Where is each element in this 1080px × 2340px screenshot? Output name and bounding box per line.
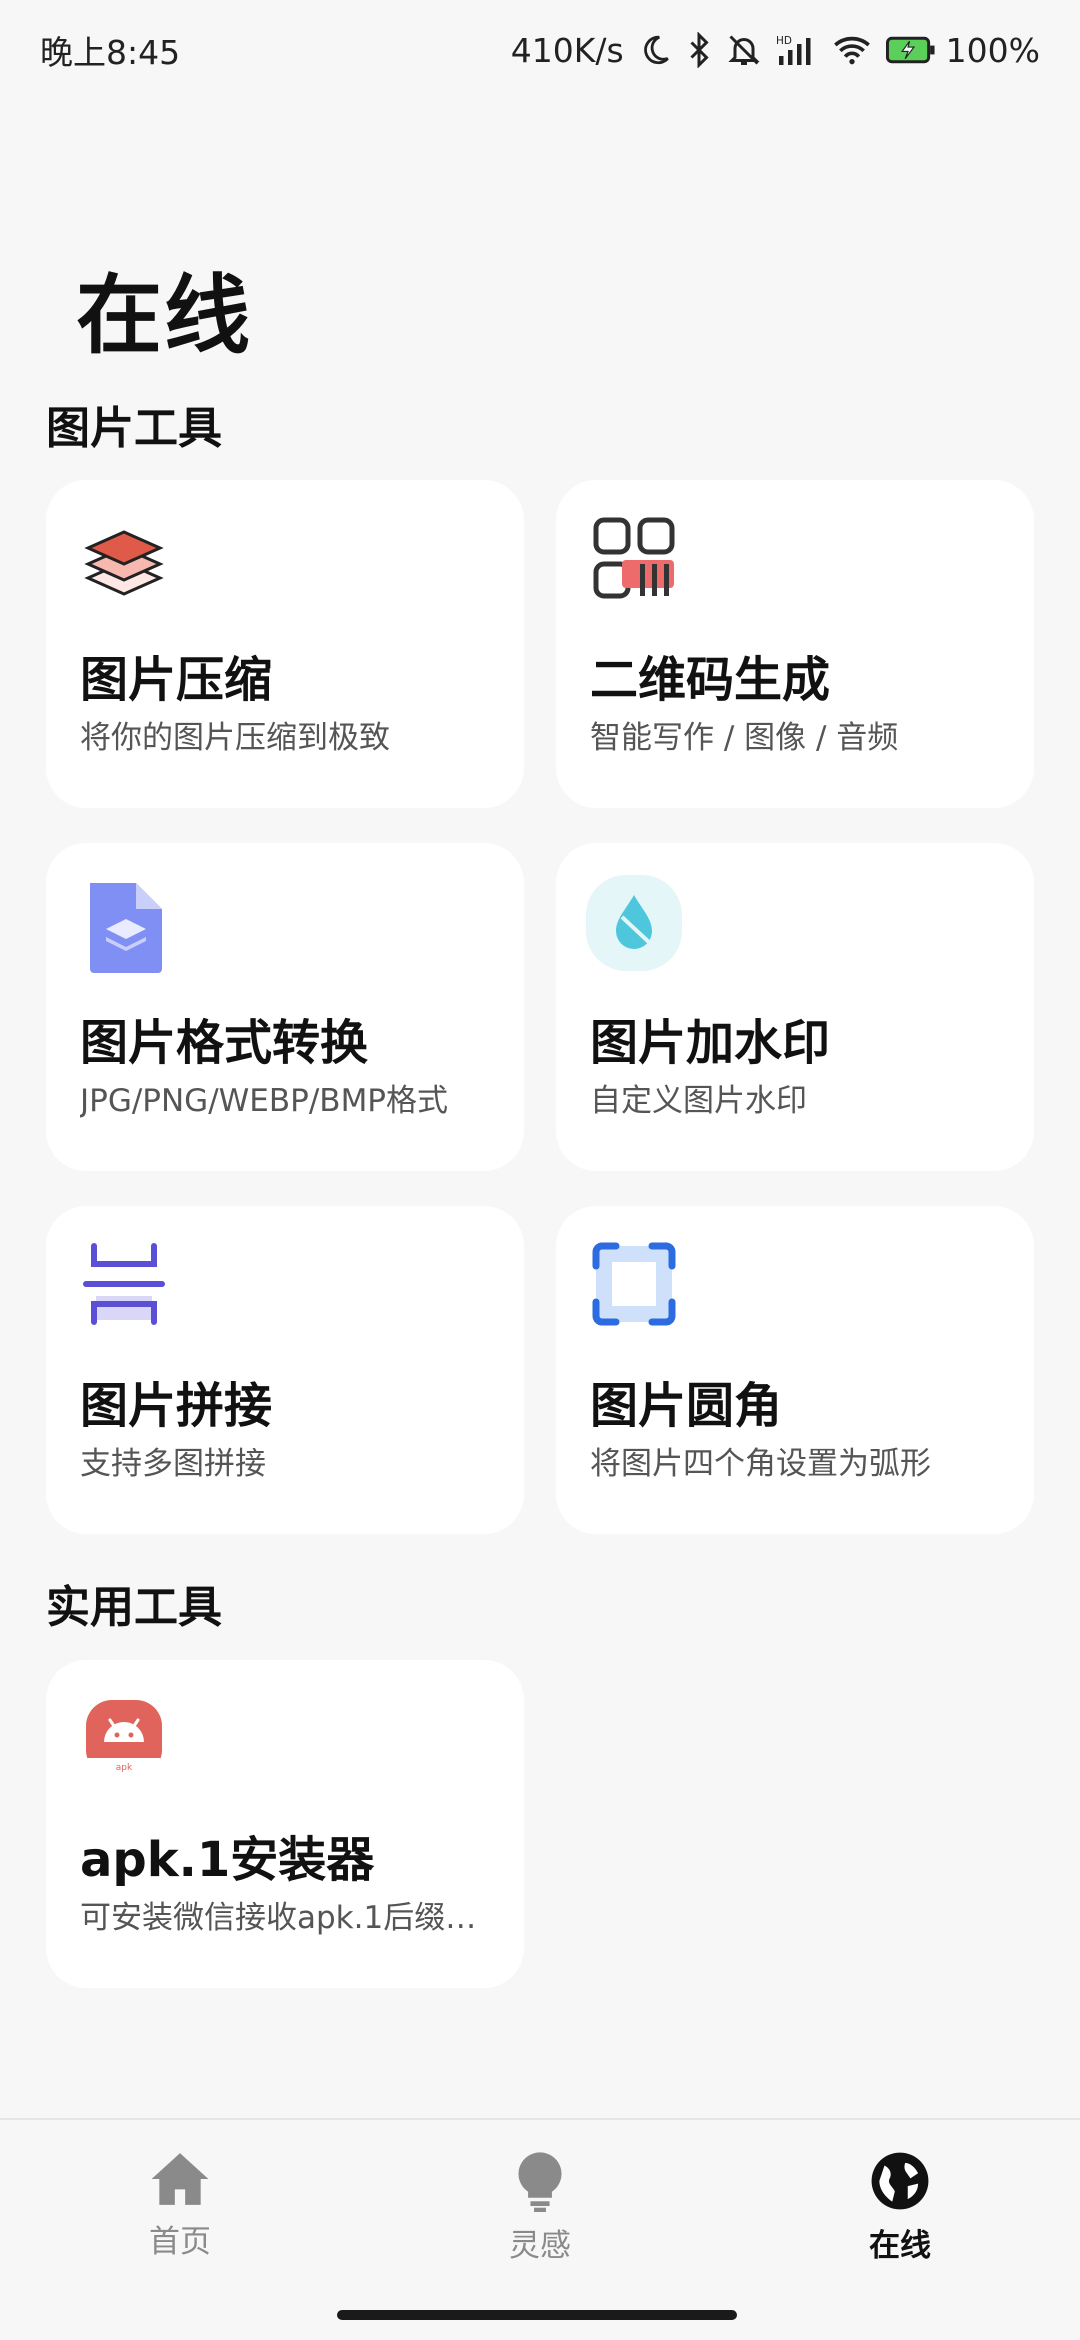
android-apk-icon: apk bbox=[86, 1700, 162, 1780]
card-image-stitch[interactable]: 图片拼接 支持多图拼接 bbox=[46, 1206, 524, 1534]
status-icons: 410K/s HD 100% bbox=[511, 31, 1040, 70]
svg-text:HD: HD bbox=[776, 35, 792, 47]
section-title-utility-tools: 实用工具 bbox=[44, 1571, 222, 1643]
card-add-watermark[interactable]: 图片加水印 自定义图片水印 bbox=[556, 843, 1034, 1171]
card-subtitle: 智能写作 / 图像 / 音频 bbox=[590, 720, 899, 756]
stitch-icon bbox=[83, 1243, 165, 1325]
section-title-text: 实用工具 bbox=[46, 1582, 222, 1633]
card-subtitle: 自定义图片水印 bbox=[590, 1083, 807, 1119]
qr-code-icon bbox=[593, 517, 675, 599]
card-qr-generate[interactable]: 二维码生成 智能写作 / 图像 / 音频 bbox=[556, 480, 1034, 808]
nav-item-inspiration[interactable]: 灵感 bbox=[440, 2150, 640, 2270]
home-icon bbox=[151, 2153, 209, 2205]
card-title: apk.1安装器 bbox=[80, 1832, 375, 1888]
bottom-nav: 首页 灵感 在线 bbox=[0, 2118, 1080, 2340]
lightbulb-icon bbox=[518, 2152, 562, 2212]
card-round-corner[interactable]: 图片圆角 将图片四个角设置为弧形 bbox=[556, 1206, 1034, 1534]
nav-label: 在线 bbox=[869, 2228, 931, 2264]
card-title: 二维码生成 bbox=[590, 652, 831, 708]
battery: 100% bbox=[885, 30, 1040, 70]
section-title-image-tools: 图片工具 bbox=[44, 392, 222, 464]
network-speed: 410K/s bbox=[510, 30, 624, 70]
watermark-drop-icon bbox=[586, 875, 682, 971]
nav-item-online[interactable]: 在线 bbox=[800, 2150, 1000, 2270]
card-subtitle: 支持多图拼接 bbox=[80, 1446, 266, 1482]
battery-charging-icon bbox=[885, 36, 935, 64]
nav-label: 首页 bbox=[149, 2224, 211, 2260]
round-corner-icon bbox=[592, 1242, 676, 1326]
home-indicator[interactable] bbox=[337, 2310, 737, 2320]
card-title: 图片格式转换 bbox=[80, 1015, 369, 1071]
card-subtitle: 将图片四个角设置为弧形 bbox=[590, 1446, 931, 1482]
status-time: 晚上8:45 bbox=[40, 33, 181, 72]
layers-icon bbox=[84, 530, 164, 596]
card-subtitle: 可安装微信接收apk.1后缀的安装包 bbox=[80, 1900, 500, 1936]
wifi-icon bbox=[833, 36, 870, 65]
card-apk-installer[interactable]: apk apk.1安装器 可安装微信接收apk.1后缀的安装包 bbox=[46, 1660, 524, 1988]
battery-percent: 100% bbox=[945, 30, 1040, 70]
status-bar: 晚上8:45 410K/s HD 100% bbox=[0, 0, 1080, 100]
card-subtitle: JPG/PNG/WEBP/BMP格式 bbox=[80, 1083, 449, 1119]
card-format-convert[interactable]: 图片格式转换 JPG/PNG/WEBP/BMP格式 bbox=[46, 843, 524, 1171]
globe-icon bbox=[871, 2152, 929, 2210]
bluetooth-icon bbox=[690, 32, 709, 68]
moon-icon bbox=[643, 35, 669, 65]
card-subtitle: 将你的图片压缩到极致 bbox=[80, 720, 390, 756]
apk-icon-text: apk bbox=[116, 1763, 133, 1773]
nav-item-home[interactable]: 首页 bbox=[80, 2150, 280, 2270]
mute-bell-icon bbox=[728, 35, 760, 65]
page-title: 在线 bbox=[76, 266, 252, 366]
file-convert-icon bbox=[90, 883, 162, 973]
card-image-compress[interactable]: 图片压缩 将你的图片压缩到极致 bbox=[46, 480, 524, 808]
nav-label: 灵感 bbox=[509, 2228, 571, 2264]
card-title: 图片压缩 bbox=[80, 652, 273, 708]
card-title: 图片拼接 bbox=[80, 1378, 273, 1434]
card-title: 图片圆角 bbox=[590, 1378, 783, 1434]
card-title: 图片加水印 bbox=[590, 1015, 831, 1071]
hd-signal-icon: HD bbox=[776, 35, 811, 65]
section-title-text: 图片工具 bbox=[46, 403, 222, 454]
